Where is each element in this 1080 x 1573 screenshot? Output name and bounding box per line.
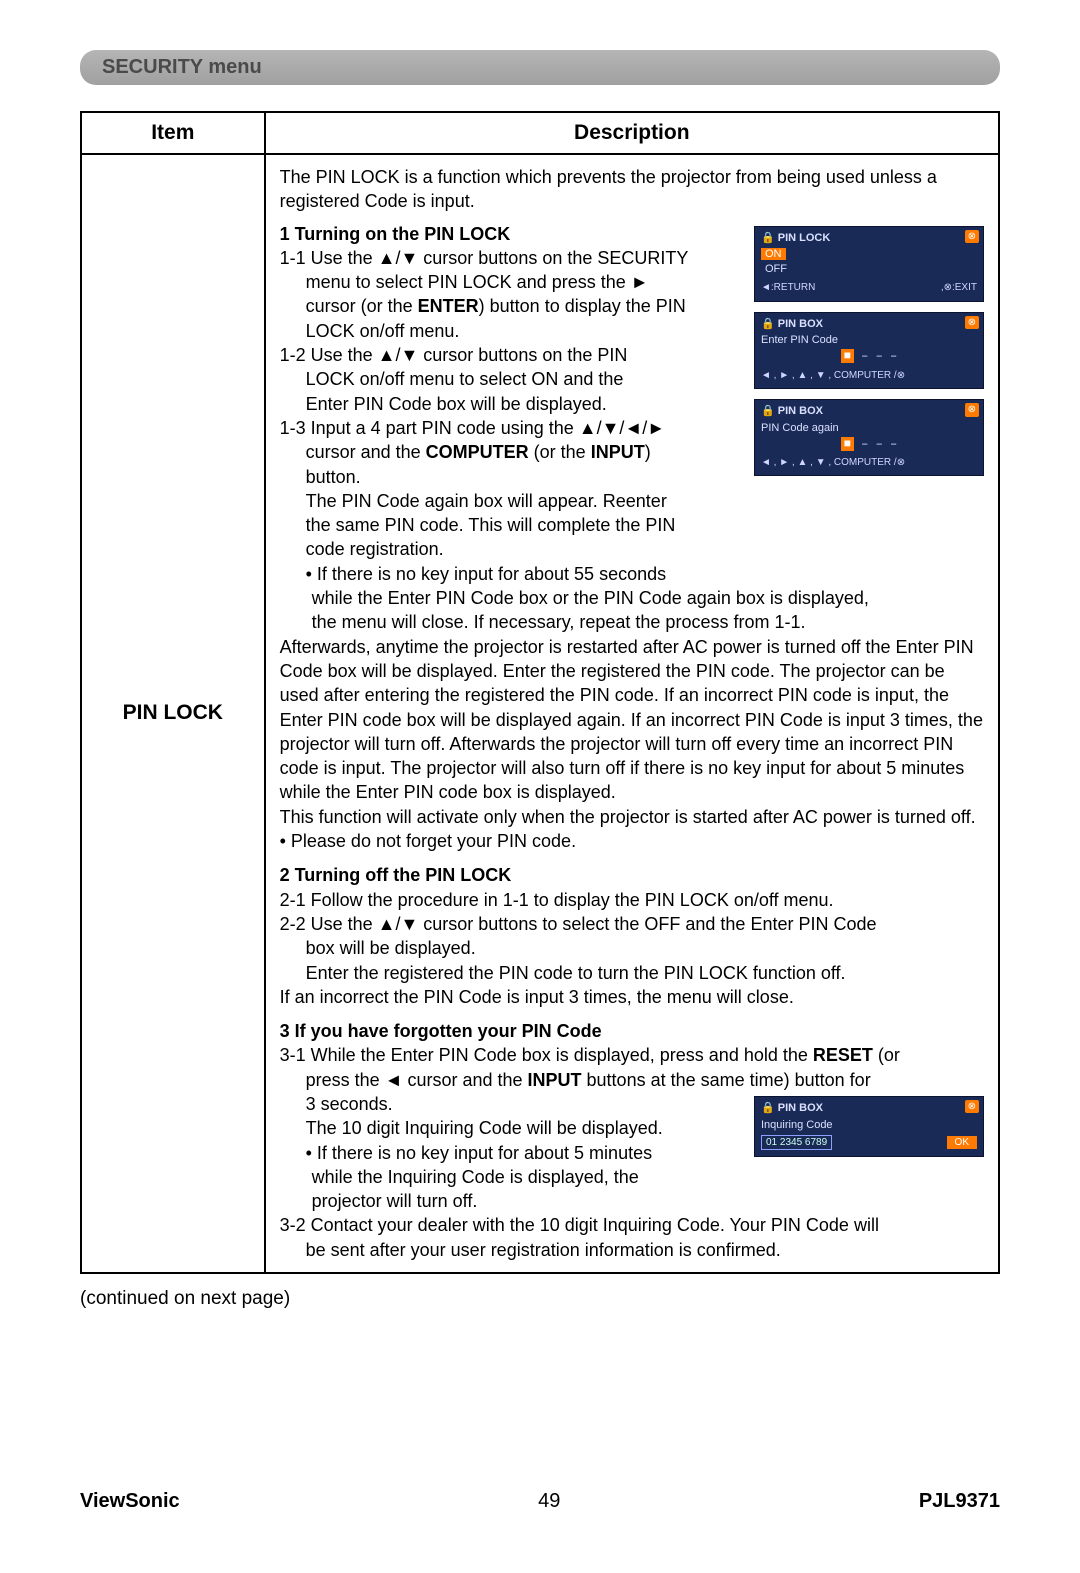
ok-button: OK bbox=[947, 1136, 977, 1150]
page-footer: ViewSonic 49 PJL9371 bbox=[80, 1490, 1000, 1513]
row-label-pinlock: PIN LOCK bbox=[81, 154, 265, 1273]
footer-model: PJL9371 bbox=[919, 1490, 1000, 1513]
line: box will be displayed. bbox=[280, 936, 984, 960]
osd-label: Inquiring Code bbox=[761, 1118, 977, 1133]
line: Enter the registered the PIN code to tur… bbox=[280, 961, 984, 985]
osd-pinbox-again: ⊗ 🔒 PIN BOX PIN Code again ■ – – – ◄ , ►… bbox=[754, 399, 984, 476]
osd-pinlock: ⊗ 🔒 PIN LOCK ON OFF ◄:RETURN ,⊗:EXIT bbox=[754, 226, 984, 302]
section2-title: 2 Turning off the PIN LOCK bbox=[280, 863, 984, 887]
line: • If there is no key input for about 55 … bbox=[280, 562, 984, 586]
line: while the Inquiring Code is displayed, t… bbox=[280, 1165, 984, 1189]
continued-label: (continued on next page) bbox=[80, 1288, 1000, 1310]
table-header-description: Description bbox=[265, 112, 999, 154]
osd-title: 🔒 PIN LOCK bbox=[761, 231, 977, 246]
line: If an incorrect the PIN Code is input 3 … bbox=[280, 985, 984, 1009]
intro-text: The PIN LOCK is a function which prevent… bbox=[280, 165, 984, 214]
osd-label: Enter PIN Code bbox=[761, 333, 977, 348]
section-header: SECURITY menu bbox=[80, 50, 1000, 85]
osd-pinbox-enter: ⊗ 🔒 PIN BOX Enter PIN Code ■ – – – ◄ , ►… bbox=[754, 312, 984, 389]
inquiring-code: 01 2345 6789 bbox=[761, 1135, 832, 1151]
close-icon: ⊗ bbox=[965, 1100, 979, 1114]
section3-title: 3 If you have forgotten your PIN Code bbox=[280, 1019, 984, 1043]
osd-cmds: ◄ , ► , ▲ , ▼ , COMPUTER /⊗ bbox=[761, 369, 977, 383]
paragraph: This function will activate only when th… bbox=[280, 805, 984, 829]
line: projector will turn off. bbox=[280, 1189, 984, 1213]
line: code registration. bbox=[280, 537, 984, 561]
osd-exit: ,⊗:EXIT bbox=[941, 281, 977, 295]
osd-off: OFF bbox=[761, 263, 791, 275]
table-header-item: Item bbox=[81, 112, 265, 154]
line: the menu will close. If necessary, repea… bbox=[280, 610, 984, 634]
footer-brand: ViewSonic bbox=[80, 1490, 180, 1513]
osd-title: 🔒 PIN BOX bbox=[761, 317, 977, 332]
line: 3-1 While the Enter PIN Code box is disp… bbox=[280, 1043, 984, 1067]
osd-on: ON bbox=[761, 248, 786, 260]
close-icon: ⊗ bbox=[965, 403, 979, 417]
close-icon: ⊗ bbox=[965, 230, 979, 244]
line: the same PIN code. This will complete th… bbox=[280, 513, 984, 537]
osd-return: ◄:RETURN bbox=[761, 281, 815, 295]
footer-page: 49 bbox=[538, 1490, 560, 1513]
osd-title: 🔒 PIN BOX bbox=[761, 1101, 977, 1116]
paragraph: • Please do not forget your PIN code. bbox=[280, 829, 984, 853]
paragraph: Afterwards, anytime the projector is res… bbox=[280, 635, 984, 805]
osd-cmds: ◄ , ► , ▲ , ▼ , COMPUTER /⊗ bbox=[761, 456, 977, 470]
line: press the ◄ cursor and the INPUT buttons… bbox=[280, 1068, 984, 1092]
line: while the Enter PIN Code box or the PIN … bbox=[280, 586, 984, 610]
line: The PIN Code again box will appear. Reen… bbox=[280, 489, 984, 513]
osd-label: PIN Code again bbox=[761, 421, 977, 436]
line: 3-2 Contact your dealer with the 10 digi… bbox=[280, 1213, 984, 1237]
line: 2-1 Follow the procedure in 1-1 to displ… bbox=[280, 888, 984, 912]
line: be sent after your user registration inf… bbox=[280, 1238, 984, 1262]
content-table: Item Description PIN LOCK The PIN LOCK i… bbox=[80, 111, 1000, 1274]
osd-inquiring: ⊗ 🔒 PIN BOX Inquiring Code 01 2345 6789 … bbox=[754, 1096, 984, 1157]
line: 2-2 Use the ▲/▼ cursor buttons to select… bbox=[280, 912, 984, 936]
row-description: The PIN LOCK is a function which prevent… bbox=[265, 154, 999, 1273]
osd-title: 🔒 PIN BOX bbox=[761, 404, 977, 419]
close-icon: ⊗ bbox=[965, 316, 979, 330]
